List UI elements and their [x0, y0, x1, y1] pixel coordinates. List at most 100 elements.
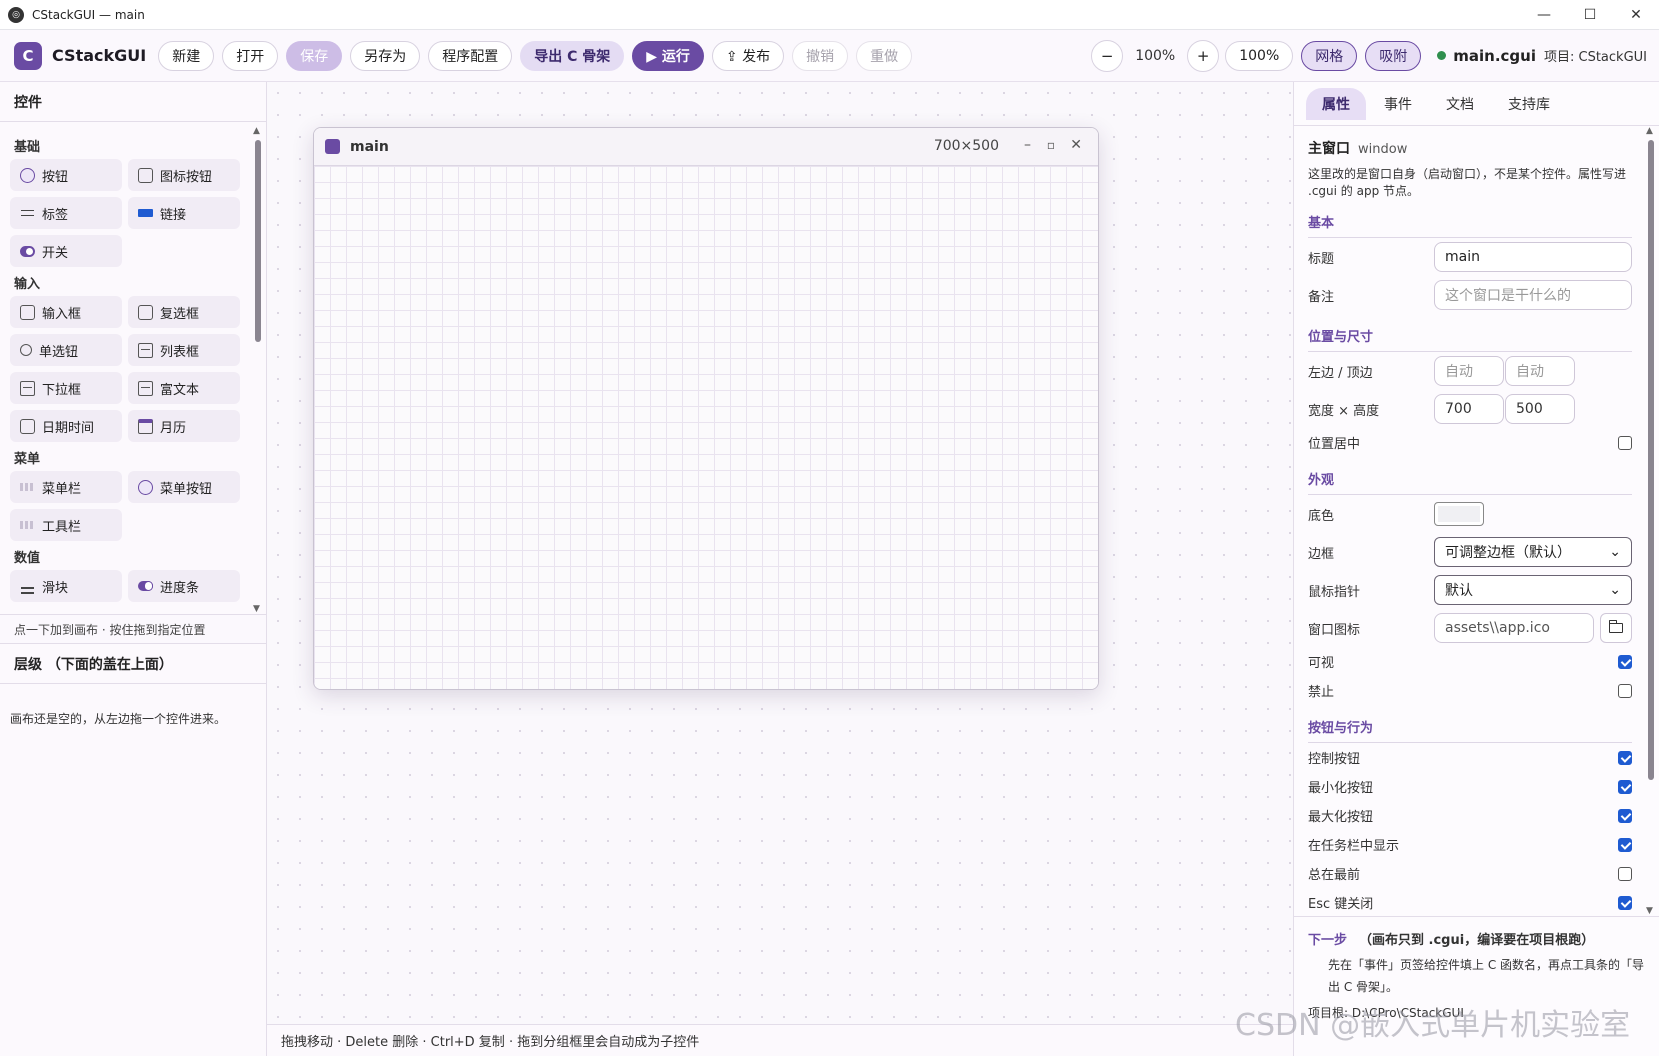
palette-item-label: 按钮: [42, 169, 69, 185]
zoom-level: 100%: [1135, 47, 1176, 64]
height-input[interactable]: 500: [1505, 394, 1575, 424]
palette-item-listbox[interactable]: 列表框: [128, 334, 240, 366]
topmost-checkbox[interactable]: [1618, 866, 1632, 881]
design-canvas[interactable]: main 700×500 – ▫ ✕: [267, 82, 1293, 1024]
properties-scrollbar[interactable]: ▲ ▼: [1645, 126, 1657, 916]
visible-checkbox[interactable]: [1618, 654, 1632, 669]
center-checkbox[interactable]: [1618, 435, 1632, 450]
icon-path-input[interactable]: assets\\app.ico: [1434, 613, 1594, 643]
scroll-up-icon[interactable]: ▲: [1646, 126, 1653, 136]
selection-heading: 主窗口 window: [1308, 138, 1632, 158]
main-toolbar: C CStackGUI 新建 打开 保存 另存为 程序配置 导出 C 骨架 ▶ …: [0, 30, 1659, 82]
cursor-select[interactable]: 默认 ⌄: [1434, 575, 1632, 605]
tab-docs[interactable]: 文档: [1430, 88, 1490, 120]
progress-icon: [138, 581, 153, 591]
control-palette: 基础 按钮 图标按钮 标签 链接 开关 输入 输入框 复选框 单选钮 列表框 下…: [0, 122, 267, 614]
palette-item-link[interactable]: 链接: [128, 197, 240, 229]
palette-item-calendar[interactable]: 月历: [128, 410, 240, 442]
palette-scrollbar[interactable]: ▲ ▼: [252, 126, 264, 614]
prop-label: 标题: [1308, 251, 1335, 267]
palette-item-radio[interactable]: 单选钮: [10, 334, 122, 366]
palette-item-slider[interactable]: 滑块: [10, 570, 122, 602]
scroll-up-icon[interactable]: ▲: [253, 126, 260, 136]
palette-item-label: 标签: [42, 207, 69, 223]
prop-label: 总在最前: [1308, 868, 1361, 883]
minimize-button[interactable]: —: [1521, 0, 1567, 30]
run-button[interactable]: ▶ 运行: [632, 40, 704, 71]
width-input[interactable]: 700: [1434, 394, 1504, 424]
palette-item-label: 图标按钮: [160, 169, 213, 185]
palette-item-label: 下拉框: [42, 382, 82, 398]
scrollbar-thumb[interactable]: [255, 140, 261, 342]
publish-button[interactable]: ⇪ 发布: [711, 40, 785, 71]
open-button[interactable]: 打开: [222, 40, 279, 71]
new-button[interactable]: 新建: [158, 40, 215, 71]
note-input[interactable]: 这个窗口是干什么的: [1434, 280, 1632, 310]
palette-item-toolbar[interactable]: 工具栏: [10, 509, 122, 541]
palette-item-switch[interactable]: 开关: [10, 235, 122, 267]
save-button[interactable]: 保存: [286, 40, 343, 71]
folder-icon: [1608, 620, 1623, 633]
tab-events[interactable]: 事件: [1368, 88, 1428, 120]
prop-label: 在任务栏中显示: [1308, 839, 1400, 854]
palette-item-input[interactable]: 输入框: [10, 296, 122, 328]
palette-item-menu-button[interactable]: 菜单按钮: [128, 471, 240, 503]
watermark: CSDN @嵌入式单片机实验室: [1235, 1008, 1631, 1043]
palette-item-button[interactable]: 按钮: [10, 159, 122, 191]
next-step-key: 下一步: [1308, 933, 1348, 948]
title-input[interactable]: main: [1434, 242, 1632, 272]
palette-item-menubar[interactable]: 菜单栏: [10, 471, 122, 503]
save-as-button[interactable]: 另存为: [350, 40, 421, 71]
snap-toggle[interactable]: 吸附: [1365, 40, 1422, 71]
tab-properties[interactable]: 属性: [1306, 87, 1366, 120]
calendar-icon: [138, 418, 153, 434]
ctrlbox-checkbox[interactable]: [1618, 750, 1632, 765]
program-config-button[interactable]: 程序配置: [428, 40, 513, 71]
slider-icon: [20, 583, 35, 594]
scroll-down-icon[interactable]: ▼: [253, 604, 260, 614]
design-window[interactable]: main 700×500 – ▫ ✕: [313, 127, 1099, 690]
prop-label: 控制按钮: [1308, 752, 1361, 767]
tab-libraries[interactable]: 支持库: [1492, 88, 1566, 120]
esc-checkbox[interactable]: [1618, 895, 1632, 910]
maximize-button[interactable]: ☐: [1567, 0, 1613, 30]
grid-toggle[interactable]: 网格: [1301, 40, 1358, 71]
group-basic-label: 基础: [14, 140, 41, 155]
palette-item-richtext[interactable]: 富文本: [128, 372, 240, 404]
disabled-checkbox[interactable]: [1618, 683, 1632, 698]
window-icon: [325, 139, 340, 154]
zoom-in-button[interactable]: +: [1187, 39, 1220, 72]
taskbar-checkbox[interactable]: [1618, 837, 1632, 852]
palette-item-checkbox[interactable]: 复选框: [128, 296, 240, 328]
palette-item-label-control[interactable]: 标签: [10, 197, 122, 229]
undo-button[interactable]: 撤销: [792, 40, 849, 71]
listbox-icon: [138, 342, 153, 358]
minbtn-checkbox[interactable]: [1618, 779, 1632, 794]
design-window-client-area[interactable]: [314, 166, 1098, 689]
palette-hint: 点一下加到画布 · 按住拖到指定位置: [0, 614, 266, 644]
close-button[interactable]: ✕: [1613, 0, 1659, 30]
checkbox-icon: [138, 304, 153, 320]
prop-label: 最大化按钮: [1308, 810, 1374, 825]
maxbtn-checkbox[interactable]: [1618, 808, 1632, 823]
export-c-button[interactable]: 导出 C 骨架: [520, 40, 625, 71]
scrollbar-thumb[interactable]: [1648, 140, 1654, 780]
brand-name: CStackGUI: [52, 46, 147, 65]
bg-color-swatch[interactable]: [1434, 502, 1484, 526]
scroll-down-icon[interactable]: ▼: [1646, 906, 1653, 916]
redo-button[interactable]: 重做: [856, 40, 913, 71]
design-window-titlebar[interactable]: main 700×500 – ▫ ✕: [314, 128, 1098, 166]
layers-empty-message: 画布还是空的，从左边拖一个控件进来。: [10, 712, 227, 726]
zoom-reset-button[interactable]: 100%: [1225, 40, 1294, 71]
border-select[interactable]: 可调整边框（默认） ⌄: [1434, 537, 1632, 567]
palette-item-icon-button[interactable]: 图标按钮: [128, 159, 240, 191]
palette-item-datetime[interactable]: 日期时间: [10, 410, 122, 442]
menubar-icon: [20, 483, 35, 491]
palette-item-dropdown[interactable]: 下拉框: [10, 372, 122, 404]
top-input[interactable]: 自动: [1505, 356, 1575, 386]
prop-label: 禁止: [1308, 685, 1335, 700]
left-input[interactable]: 自动: [1434, 356, 1504, 386]
browse-button[interactable]: [1600, 613, 1632, 643]
zoom-out-button[interactable]: −: [1091, 39, 1124, 72]
palette-item-progress[interactable]: 进度条: [128, 570, 240, 602]
